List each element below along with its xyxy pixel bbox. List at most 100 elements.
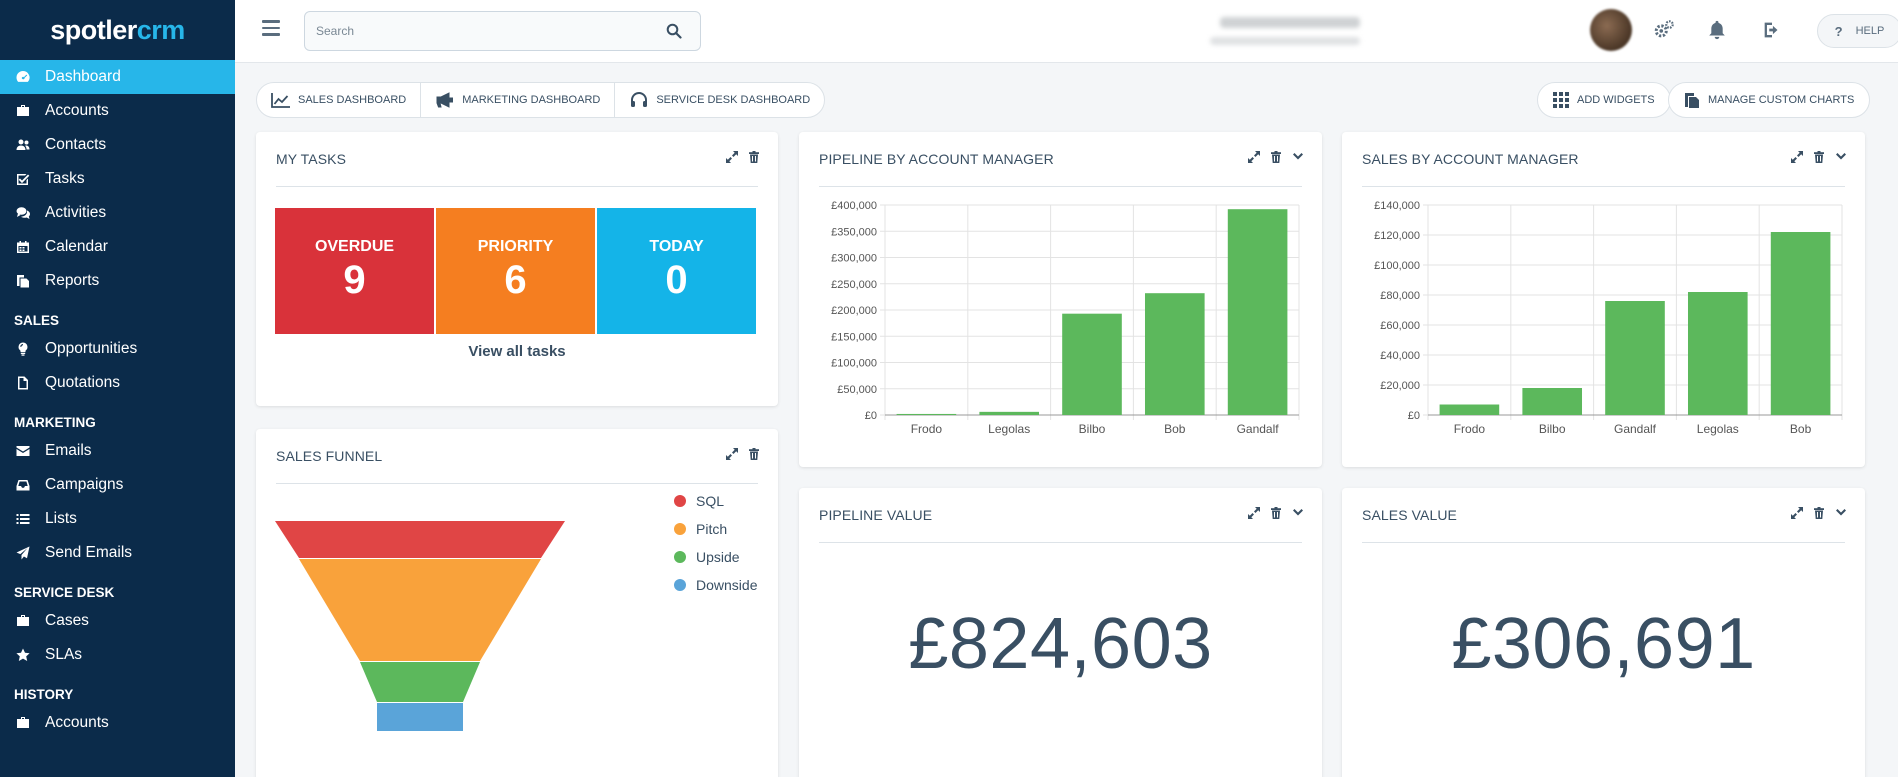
legend-item-sql[interactable]: SQL bbox=[674, 493, 724, 509]
widget-title: PIPELINE BY ACCOUNT MANAGER bbox=[819, 151, 1054, 167]
chevron-down-icon[interactable] bbox=[1291, 150, 1304, 163]
add-widgets-button[interactable]: ADD WIDGETS bbox=[1537, 82, 1671, 118]
y-tick-label: £120,000 bbox=[1374, 230, 1420, 242]
sidebar-item-cases[interactable]: Cases bbox=[0, 604, 235, 638]
view-all-tasks-link[interactable]: View all tasks bbox=[256, 343, 778, 360]
briefcase-icon bbox=[14, 714, 32, 732]
manage-custom-charts-button[interactable]: MANAGE CUSTOM CHARTS bbox=[1668, 82, 1871, 118]
bar-bilbo[interactable] bbox=[1062, 313, 1122, 415]
sidebar-item-contacts[interactable]: Contacts bbox=[0, 128, 235, 162]
sidebar-section-sales: SALES bbox=[14, 313, 60, 328]
copy-icon bbox=[1685, 93, 1699, 108]
expand-icon[interactable] bbox=[1790, 150, 1803, 163]
y-tick-label: £50,000 bbox=[837, 384, 877, 396]
bar-legolas[interactable] bbox=[1687, 292, 1748, 415]
trash-icon[interactable] bbox=[1812, 506, 1825, 519]
sidebar-item-label: Accounts bbox=[45, 102, 109, 119]
sidebar-item-accounts[interactable]: Accounts bbox=[0, 94, 235, 128]
funnel-segment-downside[interactable] bbox=[377, 703, 463, 731]
chevron-down-icon[interactable] bbox=[1834, 506, 1847, 519]
sidebar-item-opportunities[interactable]: Opportunities bbox=[0, 332, 235, 366]
tab-service-desk-dashboard[interactable]: SERVICE DESK DASHBOARD bbox=[615, 83, 824, 117]
expand-icon[interactable] bbox=[1790, 506, 1803, 519]
list-icon bbox=[14, 510, 32, 528]
funnel-segment-sql[interactable] bbox=[275, 521, 565, 558]
paper-plane-icon bbox=[14, 544, 32, 562]
expand-icon[interactable] bbox=[725, 447, 738, 460]
bar-frodo[interactable] bbox=[1439, 404, 1500, 416]
priority-tasks-tile[interactable]: PRIORITY 6 bbox=[436, 208, 595, 334]
settings-gears-icon[interactable] bbox=[1651, 17, 1677, 43]
bar-bob[interactable] bbox=[1770, 232, 1831, 415]
bar-frodo[interactable] bbox=[896, 413, 957, 415]
avatar[interactable] bbox=[1590, 9, 1632, 51]
y-tick-label: £200,000 bbox=[831, 305, 877, 317]
app-logo[interactable]: spotler crm bbox=[0, 0, 235, 60]
legend-label: Upside bbox=[696, 549, 740, 565]
trash-icon[interactable] bbox=[1269, 150, 1282, 163]
x-tick-label: Frodo bbox=[1454, 422, 1486, 436]
chevron-down-icon[interactable] bbox=[1834, 150, 1847, 163]
sidebar-item-tasks[interactable]: Tasks bbox=[0, 162, 235, 196]
sidebar-item-calendar[interactable]: Calendar bbox=[0, 230, 235, 264]
sidebar-item-label: Emails bbox=[45, 442, 92, 459]
envelope-icon bbox=[14, 442, 32, 460]
y-tick-label: £60,000 bbox=[1380, 320, 1420, 332]
expand-icon[interactable] bbox=[725, 150, 738, 163]
funnel-segment-upside[interactable] bbox=[360, 662, 480, 702]
menu-toggle-icon[interactable] bbox=[262, 20, 280, 36]
search-icon[interactable] bbox=[666, 23, 682, 39]
help-label: HELP bbox=[1855, 25, 1885, 37]
trash-icon[interactable] bbox=[747, 447, 760, 460]
expand-icon[interactable] bbox=[1247, 150, 1260, 163]
search-input[interactable] bbox=[305, 12, 635, 49]
inbox-icon bbox=[14, 476, 32, 494]
trash-icon[interactable] bbox=[1269, 506, 1282, 519]
sidebar-item-activities[interactable]: Activities bbox=[0, 196, 235, 230]
tab-label: SERVICE DESK DASHBOARD bbox=[656, 94, 811, 106]
y-tick-label: £20,000 bbox=[1380, 380, 1420, 392]
x-tick-label: Bilbo bbox=[1079, 422, 1106, 436]
headset-icon bbox=[631, 92, 648, 107]
sidebar-item-label: SLAs bbox=[45, 646, 83, 663]
legend-item-pitch[interactable]: Pitch bbox=[674, 521, 727, 537]
bar-legolas[interactable] bbox=[979, 411, 1040, 415]
sidebar-item-quotations[interactable]: Quotations bbox=[0, 366, 235, 400]
bar-gandalf[interactable] bbox=[1227, 209, 1288, 415]
legend-item-upside[interactable]: Upside bbox=[674, 549, 740, 565]
chevron-down-icon[interactable] bbox=[1291, 506, 1304, 519]
sidebar-item-campaigns[interactable]: Campaigns bbox=[0, 468, 235, 502]
tab-label: SALES DASHBOARD bbox=[298, 94, 407, 106]
manage-charts-label: MANAGE CUSTOM CHARTS bbox=[1708, 94, 1855, 106]
grid-icon bbox=[1553, 92, 1569, 108]
sidebar-item-send-emails[interactable]: Send Emails bbox=[0, 536, 235, 570]
sidebar-item-emails[interactable]: Emails bbox=[0, 434, 235, 468]
sidebar-item-label: Opportunities bbox=[45, 340, 138, 357]
today-tasks-tile[interactable]: TODAY 0 bbox=[597, 208, 756, 334]
sidebar-item-slas[interactable]: SLAs bbox=[0, 638, 235, 672]
sidebar-item-lists[interactable]: Lists bbox=[0, 502, 235, 536]
briefcase-icon bbox=[14, 612, 32, 630]
legend-swatch bbox=[674, 551, 686, 563]
overdue-tasks-tile[interactable]: OVERDUE 9 bbox=[275, 208, 434, 334]
logout-icon[interactable] bbox=[1759, 17, 1785, 43]
tab-sales-dashboard[interactable]: SALES DASHBOARD bbox=[257, 83, 422, 117]
sidebar-section-history: HISTORY bbox=[14, 687, 74, 702]
bar-bob[interactable] bbox=[1144, 293, 1205, 415]
trash-icon[interactable] bbox=[747, 150, 760, 163]
sales-funnel-widget: SALES FUNNEL SQL Pitch Upside Downside bbox=[256, 429, 778, 777]
expand-icon[interactable] bbox=[1247, 506, 1260, 519]
bar-bilbo[interactable] bbox=[1522, 388, 1583, 415]
help-button[interactable]: ? HELP bbox=[1817, 14, 1898, 48]
funnel-segment-pitch[interactable] bbox=[299, 559, 541, 661]
legend-item-downside[interactable]: Downside bbox=[674, 577, 757, 593]
bell-icon[interactable] bbox=[1704, 17, 1730, 43]
sidebar-item-reports[interactable]: Reports bbox=[0, 264, 235, 298]
tab-marketing-dashboard[interactable]: MARKETING DASHBOARD bbox=[421, 83, 616, 117]
user-info[interactable] bbox=[1190, 13, 1370, 49]
sidebar-item-dashboard[interactable]: Dashboard bbox=[0, 60, 235, 94]
sidebar-item-accounts[interactable]: Accounts bbox=[0, 706, 235, 740]
bar-gandalf[interactable] bbox=[1605, 301, 1665, 415]
y-tick-label: £140,000 bbox=[1374, 200, 1420, 212]
trash-icon[interactable] bbox=[1812, 150, 1825, 163]
